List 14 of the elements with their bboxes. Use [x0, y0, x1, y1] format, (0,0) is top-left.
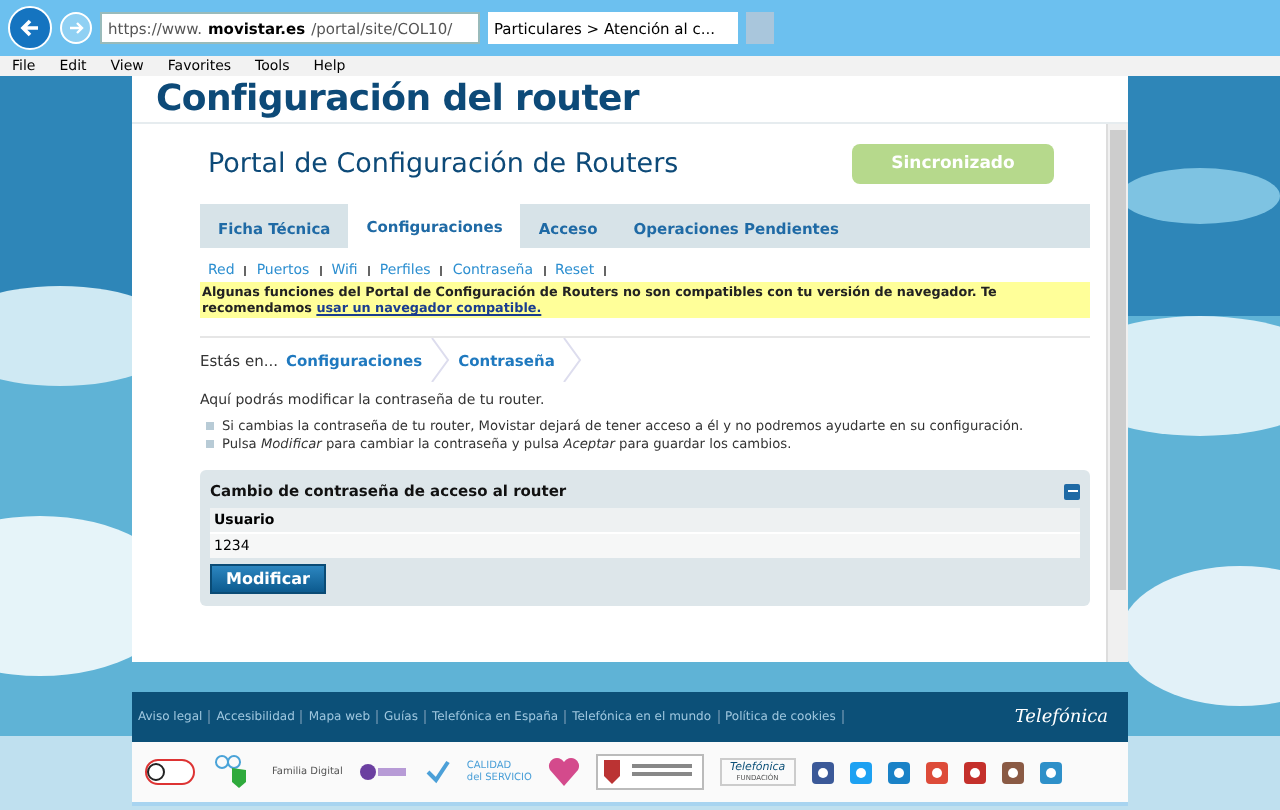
- portal-title: Portal de Configuración de Routers: [208, 148, 679, 180]
- scrollbar[interactable]: [1106, 124, 1128, 662]
- bullet-icon: [206, 440, 214, 448]
- bullet-icon: [206, 422, 214, 430]
- checkmark-icon: [426, 760, 451, 784]
- back-arrow-icon: [18, 16, 42, 40]
- collapse-icon[interactable]: [1064, 483, 1080, 499]
- page-title: Configuración del router: [156, 78, 639, 120]
- forward-arrow-icon: [68, 20, 84, 36]
- brand-logo: Telefónica: [1014, 707, 1108, 727]
- crest-badge-icon: [595, 754, 704, 790]
- modify-button[interactable]: Modificar: [210, 564, 326, 594]
- heart-icon: [547, 756, 580, 788]
- back-button[interactable]: [8, 6, 52, 50]
